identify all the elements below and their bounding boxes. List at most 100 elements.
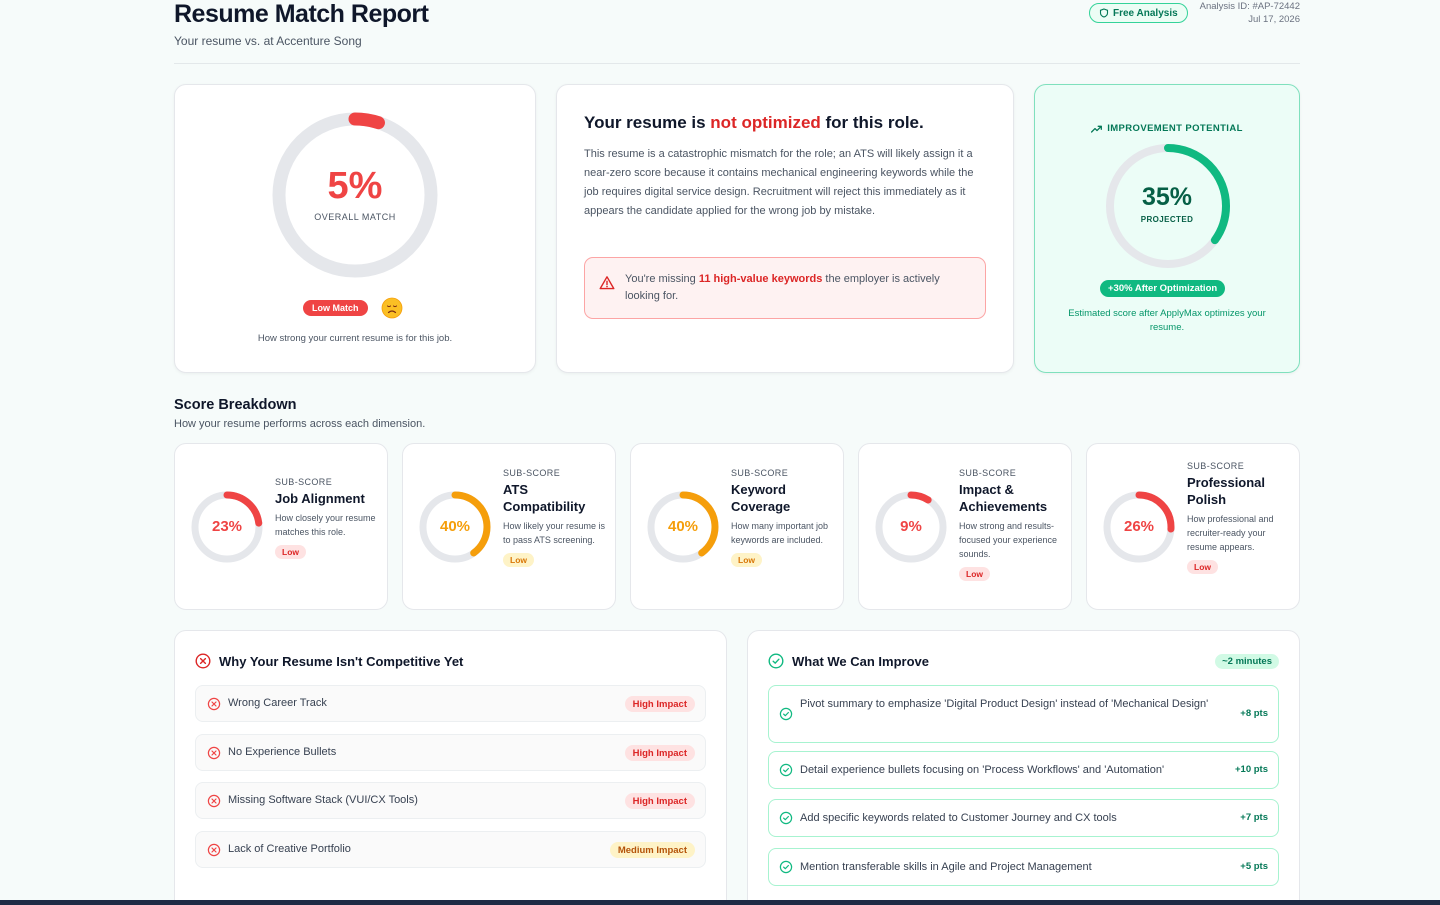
- projected-value: 35%: [1141, 183, 1193, 211]
- sub-score-card: 23% SUB-SCORE Job Alignment How closely …: [174, 443, 388, 610]
- sub-score-name: Impact & Achievements: [959, 482, 1048, 514]
- improvements-heading: What We Can Improve: [768, 653, 929, 669]
- check-circle-icon: [779, 707, 793, 721]
- after-optimization-badge: +30% After Optimization: [1100, 280, 1226, 297]
- check-circle-icon: [779, 763, 793, 777]
- free-analysis-label: Free Analysis: [1113, 7, 1178, 19]
- x-circle-icon: [207, 697, 221, 711]
- headline-highlight: not optimized: [710, 113, 821, 132]
- warning-icon: [599, 276, 615, 290]
- improvement-label: Detail experience bullets focusing on 'P…: [800, 764, 1165, 776]
- overall-match-value: 5%: [327, 165, 383, 207]
- sub-score-value: 23%: [211, 518, 243, 535]
- low-match-badge: Low Match: [303, 300, 368, 316]
- improvement-item: Mention transferable skills in Agile and…: [768, 848, 1279, 886]
- sub-score-kicker: SUB-SCORE: [959, 468, 1017, 478]
- analysis-id: Analysis ID: #AP-72442: [1199, 1, 1300, 12]
- issue-item: Missing Software Stack (VUI/CX Tools) Hi…: [195, 782, 706, 819]
- x-circle-icon: [207, 746, 221, 760]
- sub-score-kicker: SUB-SCORE: [275, 477, 333, 487]
- improvement-item: Detail experience bullets focusing on 'P…: [768, 751, 1279, 789]
- impact-badge: Medium Impact: [609, 842, 695, 858]
- improvement-label: Mention transferable skills in Agile and…: [800, 861, 1092, 873]
- improvement-caption: Estimated score after ApplyMax optimizes…: [1068, 308, 1266, 333]
- report-header: Resume Match Report Your resume vs. at A…: [174, 0, 1300, 64]
- improvement-item: Pivot summary to emphasize 'Digital Prod…: [768, 685, 1279, 743]
- impact-badge: High Impact: [624, 745, 695, 761]
- sub-score-description: How strong and results-focused your expe…: [959, 521, 1058, 559]
- overall-match-card: 5% OVERALL MATCH Low Match How strong yo…: [174, 84, 536, 373]
- trending-up-icon: [1091, 125, 1103, 133]
- issue-label: No Experience Bullets: [228, 746, 337, 758]
- issue-item: No Experience Bullets High Impact: [195, 734, 706, 771]
- improvement-points: +10 pts: [1234, 764, 1268, 775]
- improvement-heading: IMPROVEMENT POTENTIAL: [1035, 123, 1299, 134]
- improvement-points: +5 pts: [1240, 861, 1268, 872]
- issues-heading: Why Your Resume Isn't Competitive Yet: [195, 653, 463, 669]
- sub-score-card: 40% SUB-SCORE ATS Compatibility How like…: [402, 443, 616, 610]
- improvement-points: +8 pts: [1240, 708, 1268, 719]
- score-breakdown-title: Score Breakdown: [174, 397, 297, 413]
- overall-match-caption: How strong your current resume is for th…: [257, 333, 453, 344]
- sub-score-description: How professional and recruiter-ready you…: [1187, 514, 1274, 552]
- sub-score-value: 26%: [1123, 518, 1155, 535]
- sub-score-description: How likely your resume is to pass ATS sc…: [503, 521, 606, 545]
- sub-score-card: 26% SUB-SCORE Professional Polish How pr…: [1086, 443, 1300, 610]
- time-estimate-badge: ~2 minutes: [1215, 654, 1279, 669]
- shield-icon: [1099, 8, 1109, 18]
- issue-item: Wrong Career Track High Impact: [195, 685, 706, 722]
- check-circle-icon: [779, 860, 793, 874]
- assessment-card: Your resume is not optimized for this ro…: [556, 84, 1014, 373]
- sub-score-kicker: SUB-SCORE: [1187, 461, 1245, 471]
- sub-score-level-badge: Low: [959, 567, 990, 581]
- page-title: Resume Match Report: [174, 0, 429, 28]
- free-analysis-badge: Free Analysis: [1089, 3, 1188, 23]
- issues-panel: Why Your Resume Isn't Competitive Yet Wr…: [174, 630, 727, 905]
- assessment-headline: Your resume is not optimized for this ro…: [584, 113, 924, 132]
- sub-score-description: How closely your resume matches this rol…: [275, 513, 376, 537]
- sub-score-value: 40%: [439, 518, 471, 535]
- sub-score-value: 9%: [900, 518, 922, 535]
- sub-score-level-badge: Low: [1187, 560, 1218, 574]
- assessment-body: This resume is a catastrophic mismatch f…: [584, 148, 974, 217]
- sub-score-card: 40% SUB-SCORE Keyword Coverage How many …: [630, 443, 844, 610]
- sub-score-level-badge: Low: [731, 553, 762, 567]
- sub-score-value: 40%: [667, 518, 699, 535]
- check-circle-icon: [768, 653, 784, 669]
- x-circle-icon: [207, 794, 221, 808]
- check-circle-icon: [779, 811, 793, 825]
- sub-score-name: Job Alignment: [275, 491, 365, 506]
- missing-keywords-alert: You're missing 11 high-value keywords th…: [584, 257, 986, 319]
- sub-score-level-badge: Low: [275, 545, 306, 559]
- impact-badge: High Impact: [624, 793, 695, 809]
- overall-match-label: OVERALL MATCH: [314, 212, 396, 222]
- projected-label: PROJECTED: [1140, 215, 1194, 224]
- issue-item: Lack of Creative Portfolio Medium Impact: [195, 831, 706, 868]
- sad-face-icon: [381, 297, 403, 319]
- sub-score-name: Keyword Coverage: [731, 482, 791, 514]
- issue-label: Wrong Career Track: [228, 697, 327, 709]
- alert-message: You're missing 11 high-value keywords th…: [625, 273, 940, 302]
- improvement-points: +7 pts: [1240, 812, 1268, 823]
- issue-label: Lack of Creative Portfolio: [228, 843, 351, 855]
- score-breakdown-subtitle: How your resume performs across each dim…: [174, 418, 426, 430]
- issue-label: Missing Software Stack (VUI/CX Tools): [228, 794, 418, 806]
- alert-highlight: 11 high-value keywords: [698, 273, 823, 285]
- bottom-edge-bar: [0, 900, 1440, 905]
- analysis-meta: Analysis ID: #AP-72442 Jul 17, 2026: [1200, 0, 1300, 26]
- sub-score-name: Professional Polish: [1187, 475, 1266, 507]
- improvement-label: Add specific keywords related to Custome…: [800, 812, 1117, 824]
- analysis-date: Jul 17, 2026: [1248, 14, 1300, 25]
- sub-score-card: 9% SUB-SCORE Impact & Achievements How s…: [858, 443, 1072, 610]
- sub-score-name: ATS Compatibility: [503, 482, 586, 514]
- sub-score-kicker: SUB-SCORE: [503, 468, 561, 478]
- x-circle-icon: [207, 843, 221, 857]
- sub-score-kicker: SUB-SCORE: [731, 468, 789, 478]
- improvement-item: Add specific keywords related to Custome…: [768, 799, 1279, 837]
- page-subtitle: Your resume vs. at Accenture Song: [174, 34, 362, 48]
- impact-badge: High Impact: [624, 696, 695, 712]
- sub-score-level-badge: Low: [503, 553, 534, 567]
- x-circle-icon: [195, 653, 211, 669]
- sub-score-description: How many important job keywords are incl…: [731, 521, 829, 545]
- improvement-potential-card: IMPROVEMENT POTENTIAL 35% PROJECTED +30%…: [1034, 84, 1300, 373]
